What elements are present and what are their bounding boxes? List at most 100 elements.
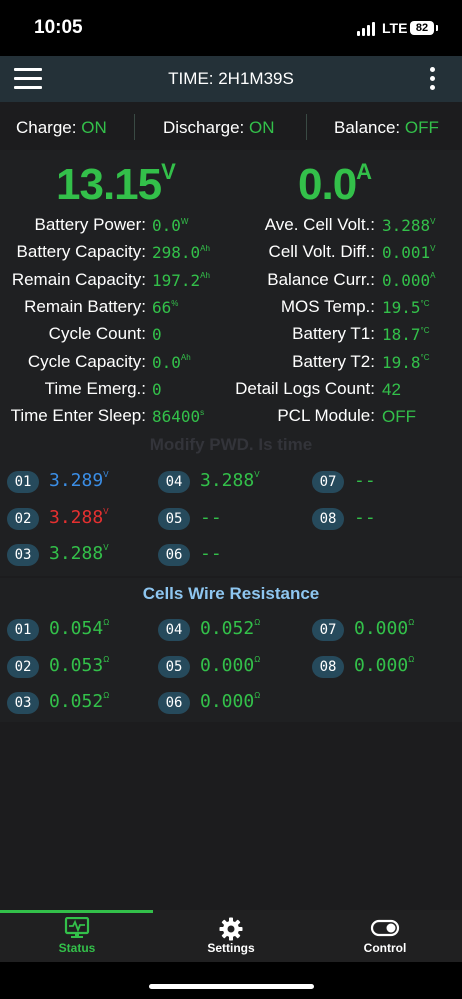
cell-value: 0.000Ω xyxy=(200,691,261,712)
stat-label: Cycle Capacity: xyxy=(27,351,146,371)
stat-value: 3.288V xyxy=(382,216,436,235)
cell-value: 0.052Ω xyxy=(200,618,261,639)
stat-label: Battery T2: xyxy=(292,351,375,371)
stat-value: 0.0W xyxy=(152,216,189,235)
cell-number-badge: 03 xyxy=(7,544,39,566)
stat-value: OFF xyxy=(382,407,416,427)
total-voltage: 13.15V xyxy=(56,159,176,209)
wire-resistance-section: Cells Wire Resistance 01 0.054Ω 02 0.053Ω 03… xyxy=(0,578,462,722)
tab-settings[interactable]: Settings xyxy=(154,910,308,962)
system-status-bar: 10:05 LTE 82 xyxy=(0,0,462,56)
cell-value: -- xyxy=(200,543,222,564)
stat-label: Ave. Cell Volt.: xyxy=(264,215,375,234)
cell-value: -- xyxy=(200,506,222,528)
stat-value: 0.0Ah xyxy=(152,352,191,372)
cell-number-badge: 07 xyxy=(312,619,344,641)
total-current: 0.0A xyxy=(298,159,372,209)
network-type: LTE xyxy=(382,20,408,36)
stat-value: 86400s xyxy=(152,407,205,427)
home-indicator[interactable] xyxy=(149,984,314,989)
cell-number-badge: 06 xyxy=(158,544,190,566)
divider xyxy=(134,114,135,140)
cell-value: -- xyxy=(354,470,376,491)
stat-label: Detail Logs Count: xyxy=(235,378,375,398)
cell-value: 0.053Ω xyxy=(49,654,110,676)
tab-label: Control xyxy=(363,941,407,955)
stat-value: 0.000A xyxy=(382,270,436,290)
toggle-icon xyxy=(370,919,400,937)
discharge-status[interactable]: Discharge: ON xyxy=(163,118,275,138)
stat-label: Time Emerg.: xyxy=(44,378,146,398)
discharge-state: ON xyxy=(249,118,275,137)
section-title: Modify PWD. Is time xyxy=(149,435,313,454)
stat-value: 197.2Ah xyxy=(152,270,210,290)
stat-value: 18.7°C xyxy=(382,325,430,345)
more-vertical-icon[interactable] xyxy=(424,66,442,92)
stat-label: MOS Temp.: xyxy=(280,296,375,316)
stat-label: Time Enter Sleep: xyxy=(10,406,146,426)
bottom-tab-bar: Status Settings Control xyxy=(0,910,462,962)
cell-number-badge: 08 xyxy=(312,507,344,530)
clock: 10:05 xyxy=(34,17,83,38)
stat-value: 19.5°C xyxy=(382,297,430,317)
home-indicator-area xyxy=(0,962,462,999)
stat-label: Battery Power: xyxy=(34,215,147,234)
charge-state: ON xyxy=(81,118,107,137)
cell-value: 0.000Ω xyxy=(200,654,261,676)
cell-value: 0.000Ω xyxy=(354,618,415,639)
divider xyxy=(306,114,307,140)
gear-icon xyxy=(219,917,243,941)
section-title: Cells Wire Resistance xyxy=(142,584,320,603)
tab-control[interactable]: Control xyxy=(308,910,462,962)
cell-number-badge: 05 xyxy=(158,655,190,678)
stat-value: 19.8°C xyxy=(382,352,430,372)
cell-number-badge: 08 xyxy=(312,655,344,678)
cell-value: 3.288V xyxy=(49,543,109,564)
stat-label: Remain Capacity: xyxy=(11,269,146,289)
cell-number-badge: 05 xyxy=(158,507,190,530)
cell-voltages-section: Modify PWD. Is time 01 3.289V 02 3.288V 03 3.… xyxy=(0,430,462,576)
cell-number-badge: 02 xyxy=(7,655,39,678)
cell-value: -- xyxy=(354,506,376,528)
tab-label: Status xyxy=(58,941,96,955)
signal-icon xyxy=(357,22,375,36)
stat-value: 0 xyxy=(152,325,162,345)
balance-state: OFF xyxy=(404,118,439,137)
cell-number-badge: 04 xyxy=(158,471,190,493)
cell-value: 0.052Ω xyxy=(49,691,110,712)
stat-label: Remain Battery: xyxy=(24,296,146,316)
cell-number-badge: 01 xyxy=(7,471,39,493)
cell-value: 3.288V xyxy=(49,506,109,528)
stat-value: 298.0Ah xyxy=(152,243,210,263)
tab-status[interactable]: Status xyxy=(0,910,154,962)
stat-value: 42 xyxy=(382,379,401,399)
monitor-pulse-icon xyxy=(64,917,90,938)
battery-icon: 82 xyxy=(410,21,438,35)
app-bar: TIME: 2H1M39S xyxy=(0,56,462,102)
tab-label: Settings xyxy=(207,941,255,955)
stat-value: 0.001V xyxy=(382,243,436,263)
cell-value: 0.054Ω xyxy=(49,618,110,639)
switch-status-row: Charge: ON Discharge: ON Balance: OFF xyxy=(0,102,462,150)
page-title: TIME: 2H1M39S xyxy=(168,69,294,88)
cell-number-badge: 01 xyxy=(7,619,39,641)
stat-label: Cycle Count: xyxy=(48,324,146,344)
stat-value: 66% xyxy=(152,297,179,317)
cell-number-badge: 03 xyxy=(7,692,39,714)
stat-value: 0 xyxy=(152,379,162,399)
cell-value: 0.000Ω xyxy=(354,654,415,676)
cell-value: 3.289V xyxy=(49,470,109,491)
stat-label: PCL Module: xyxy=(277,406,375,426)
stat-label: Battery Capacity: xyxy=(16,242,146,262)
stat-label: Cell Volt. Diff.: xyxy=(268,242,375,262)
stat-label: Balance Curr.: xyxy=(267,269,375,289)
cell-number-badge: 04 xyxy=(158,619,190,641)
charge-status[interactable]: Charge: ON xyxy=(16,118,107,138)
cell-number-badge: 07 xyxy=(312,471,344,493)
battery-overview: 13.15V 0.0A Battery Power: 0.0W Battery Ca… xyxy=(0,150,462,430)
empty-area xyxy=(0,722,462,910)
cell-number-badge: 06 xyxy=(158,692,190,714)
stat-label: Battery T1: xyxy=(292,324,375,344)
cell-number-badge: 02 xyxy=(7,507,39,530)
balance-status[interactable]: Balance: OFF xyxy=(334,118,439,138)
